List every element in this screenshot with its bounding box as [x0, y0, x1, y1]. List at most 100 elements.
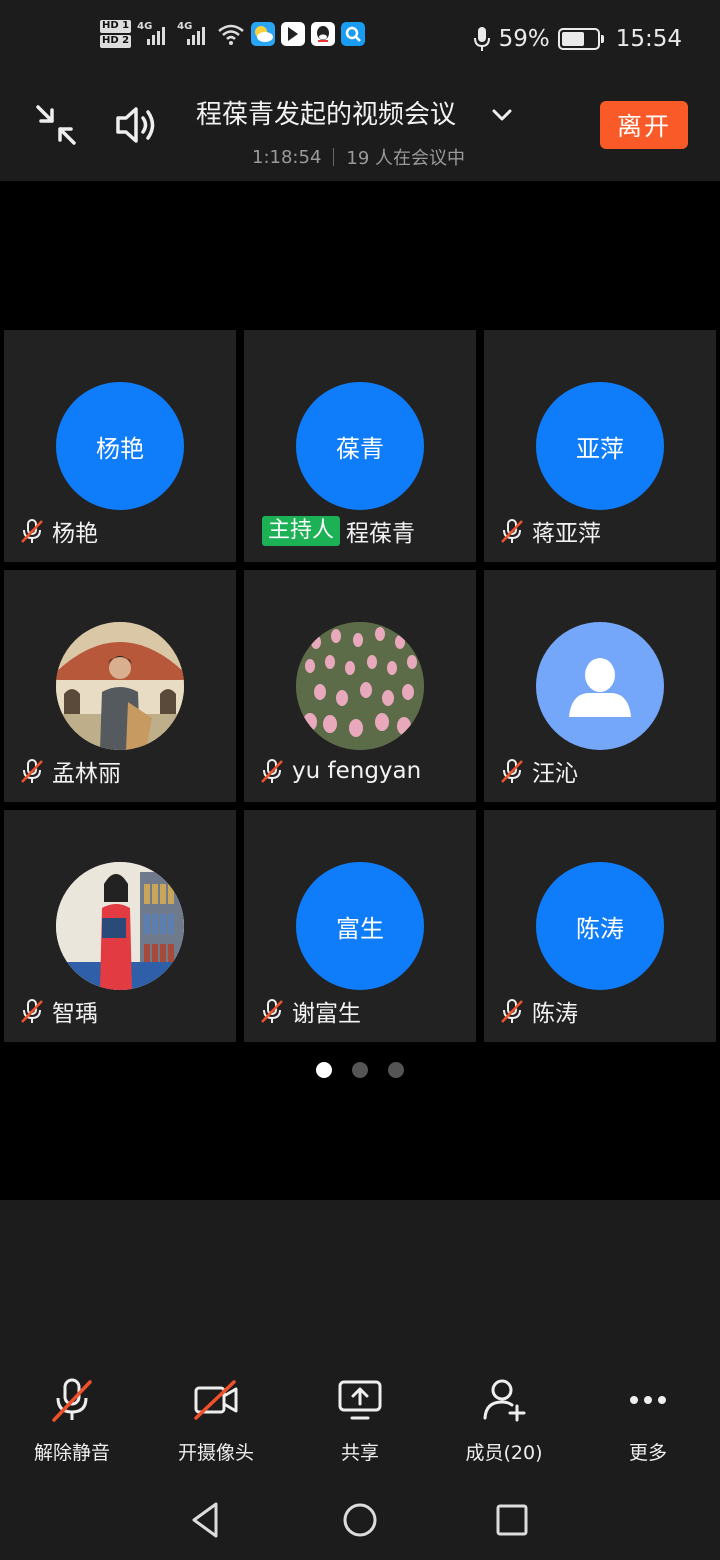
mic-muted-icon	[501, 759, 523, 783]
back-icon[interactable]	[184, 1498, 228, 1542]
status-icons-left: HD 1 HD 2 4G 4G	[100, 20, 366, 48]
signal-icon-2: 4G	[177, 21, 211, 47]
avatar-photo	[296, 622, 424, 750]
add-member-icon	[483, 1379, 526, 1422]
camera-off-icon	[194, 1380, 238, 1420]
hd1-label: HD 1	[100, 20, 132, 33]
participant-name: 智瑀	[52, 1001, 98, 1027]
battery-percent: 59%	[498, 26, 550, 52]
chevron-down-icon[interactable]	[491, 106, 513, 124]
mic-icon	[473, 27, 490, 51]
camera-button[interactable]: 开摄像头	[144, 1370, 288, 1470]
page-dot-3[interactable]	[388, 1062, 404, 1078]
participant-tile[interactable]: 亚萍 蒋亚萍	[484, 330, 716, 562]
participant-name-row: 智瑀	[18, 995, 98, 1027]
weather-app-icon	[251, 22, 276, 46]
status-bar: HD 1 HD 2 4G 4G 59% 15:54	[0, 0, 720, 84]
mic-muted-icon	[21, 759, 43, 783]
page-dot-1[interactable]	[316, 1062, 332, 1078]
participant-name: 杨艳	[52, 521, 98, 547]
participant-name-row: 陈涛	[498, 995, 578, 1027]
participant-tile[interactable]: 富生 谢富生	[244, 810, 476, 1042]
avatar: 陈涛	[536, 862, 664, 990]
meeting-duration: 1:18:54	[252, 146, 322, 168]
participant-tile[interactable]: 汪沁	[484, 570, 716, 802]
person-icon	[569, 658, 631, 717]
bilibili-icon	[281, 22, 306, 46]
clock: 15:54	[615, 26, 682, 52]
participant-name-row: 蒋亚萍	[498, 515, 601, 547]
wifi-icon	[218, 24, 244, 45]
meeting-subtitle: 1:18:54 19 人在会议中	[252, 144, 465, 170]
more-button[interactable]: 更多	[576, 1370, 720, 1470]
unmute-label: 解除静音	[33, 1442, 110, 1464]
mic-muted-icon	[501, 999, 523, 1023]
camera-label: 开摄像头	[177, 1442, 254, 1464]
hd-icon: HD 1 HD 2	[100, 20, 132, 48]
participant-tile[interactable]: 杨艳 杨艳	[4, 330, 236, 562]
battery-icon	[557, 28, 604, 50]
minimize-icon[interactable]	[32, 101, 80, 149]
avatar: 葆青	[296, 382, 424, 510]
participant-name-row: yu fengyan	[258, 755, 421, 787]
avatar-photo	[56, 862, 184, 990]
mic-muted-icon	[21, 519, 43, 543]
avatar: 富生	[296, 862, 424, 990]
default-avatar	[536, 622, 664, 750]
mic-off-icon	[52, 1378, 92, 1422]
host-badge: 主持人	[262, 516, 341, 546]
share-label: 共享	[340, 1442, 379, 1464]
participant-name: yu fengyan	[292, 758, 422, 784]
qq-icon	[311, 22, 336, 46]
meeting-toolbar: 解除静音 开摄像头 共享 成员(20) 更多	[0, 1200, 720, 1480]
page-dot-2[interactable]	[352, 1062, 368, 1078]
meeting-title-area[interactable]: 程葆青发起的视频会议 1:18:54 19 人在会议中	[196, 94, 536, 169]
participant-name: 孟林丽	[52, 761, 121, 787]
participant-count: 19 人在会议中	[346, 148, 466, 169]
search-app-icon	[341, 22, 366, 46]
meeting-title: 程葆青发起的视频会议	[196, 100, 457, 130]
avatar: 亚萍	[536, 382, 664, 510]
more-label: 更多	[628, 1442, 667, 1464]
share-button[interactable]: 共享	[288, 1370, 432, 1470]
participant-tile[interactable]: 葆青 主持人 程葆青	[244, 330, 476, 562]
mic-muted-icon	[261, 999, 283, 1023]
members-label: 成员(20)	[465, 1442, 543, 1464]
participant-tile[interactable]: 智瑀	[4, 810, 236, 1042]
participant-name: 陈涛	[532, 1001, 578, 1027]
avatar: 杨艳	[56, 382, 184, 510]
participant-tile[interactable]: 陈涛 陈涛	[484, 810, 716, 1042]
participant-name: 蒋亚萍	[532, 521, 601, 547]
page-indicator	[0, 1062, 720, 1078]
recent-apps-icon[interactable]	[490, 1498, 534, 1542]
status-icons-right: 59% 15:54	[473, 26, 682, 52]
participant-name-row: 杨艳	[18, 515, 98, 547]
mic-muted-icon	[501, 519, 523, 543]
participant-name: 汪沁	[532, 761, 578, 787]
signal-icon: 4G	[137, 21, 171, 47]
hd2-label: HD 2	[100, 35, 132, 48]
screen-share-icon	[338, 1380, 382, 1420]
more-icon	[630, 1396, 666, 1404]
participant-name-row: 主持人 程葆青	[260, 515, 415, 547]
participant-name: 谢富生	[292, 1001, 361, 1027]
avatar-photo	[56, 622, 184, 750]
divider	[333, 148, 335, 166]
participant-tile[interactable]: yu fengyan	[244, 570, 476, 802]
meeting-header: 程葆青发起的视频会议 1:18:54 19 人在会议中 离开	[0, 84, 720, 181]
participant-tile[interactable]: 孟林丽	[4, 570, 236, 802]
mic-muted-icon	[21, 999, 43, 1023]
system-nav-bar	[0, 1480, 720, 1560]
members-button[interactable]: 成员(20)	[432, 1370, 576, 1470]
unmute-button[interactable]: 解除静音	[0, 1370, 144, 1470]
participant-grid: 杨艳 杨艳 葆青 主持人 程葆青 亚萍 蒋亚萍 孟林丽 yu fengyan 汪…	[4, 330, 716, 1042]
speaker-icon[interactable]	[112, 101, 160, 149]
mic-muted-icon	[261, 759, 283, 783]
meeting-screen: HD 1 HD 2 4G 4G 59% 15:54 程葆青发起的视频会议 1:1…	[0, 0, 720, 1560]
participant-name: 程葆青	[346, 521, 416, 547]
home-icon[interactable]	[338, 1498, 382, 1542]
participant-name-row: 谢富生	[258, 995, 361, 1027]
participant-name-row: 汪沁	[498, 755, 578, 787]
participant-name-row: 孟林丽	[18, 755, 121, 787]
leave-button[interactable]: 离开	[600, 101, 688, 149]
